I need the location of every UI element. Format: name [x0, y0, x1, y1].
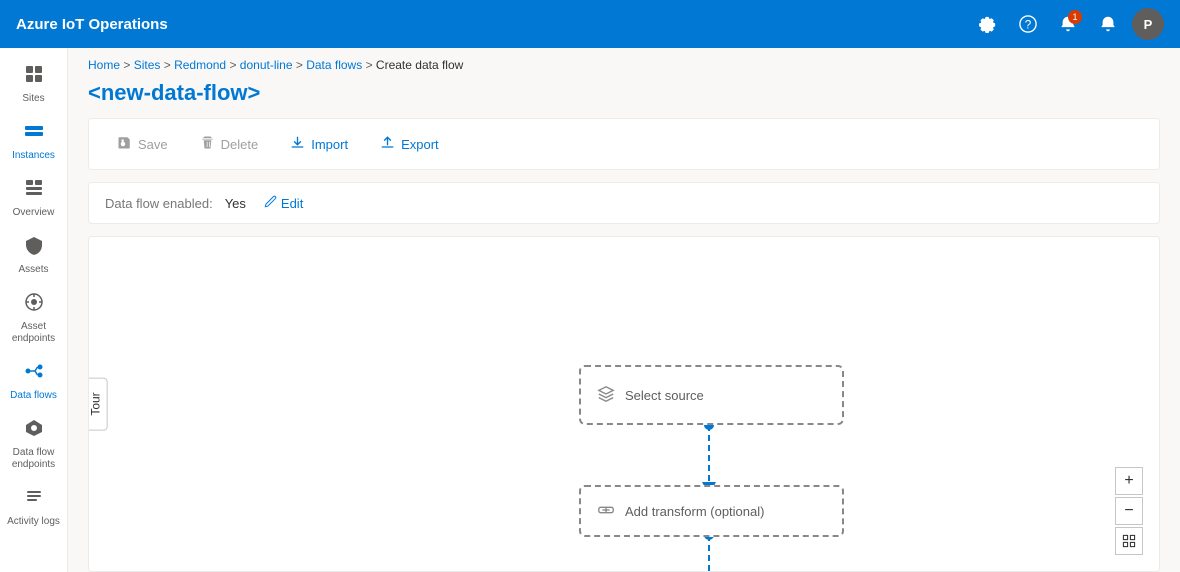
sidebar-item-data-flows-label: Data flows [10, 390, 57, 402]
content-area: Home > Sites > Redmond > donut-line > Da… [68, 48, 1180, 572]
sidebar-item-sites[interactable]: Sites [2, 56, 66, 113]
zoom-controls: + − [1115, 467, 1143, 555]
transform-node[interactable]: Add transform (optional) [579, 485, 844, 537]
notification-bell-1-button[interactable]: 1 [1052, 8, 1084, 40]
edit-button[interactable]: Edit [258, 193, 309, 213]
sidebar-item-overview-label: Overview [13, 207, 55, 219]
sidebar-item-overview[interactable]: Overview [2, 170, 66, 227]
data-flow-endpoints-icon [24, 418, 44, 443]
select-source-node[interactable]: Select source [579, 365, 844, 425]
breadcrumb: Home > Sites > Redmond > donut-line > Da… [68, 48, 1180, 78]
notification-badge: 1 [1068, 10, 1082, 24]
sidebar-item-assets[interactable]: Assets [2, 227, 66, 284]
sidebar-item-instances[interactable]: Instances [2, 113, 66, 170]
toolbar: Save Delete Import Export [88, 118, 1160, 170]
transform-node-icon [597, 501, 615, 522]
sidebar-item-activity-logs-label: Activity logs [7, 516, 60, 528]
sidebar-item-data-flow-endpoints[interactable]: Data flow endpoints [2, 410, 66, 479]
delete-label: Delete [221, 137, 259, 152]
import-label: Import [311, 137, 348, 152]
delete-button[interactable]: Delete [188, 129, 271, 159]
instances-icon [24, 121, 44, 146]
tour-label[interactable]: Tour [88, 377, 108, 430]
edit-icon [264, 195, 277, 211]
asset-endpoints-icon [24, 292, 44, 317]
sites-icon [24, 64, 44, 89]
save-label: Save [138, 137, 168, 152]
sidebar-item-assets-label: Assets [18, 264, 48, 276]
activity-logs-icon [24, 487, 44, 512]
zoom-out-button[interactable]: − [1115, 497, 1143, 525]
breadcrumb-sites[interactable]: Sites [134, 58, 161, 72]
breadcrumb-current: Create data flow [376, 58, 463, 72]
assets-icon [24, 235, 44, 260]
delete-icon [200, 135, 215, 153]
avatar-button[interactable]: P [1132, 8, 1164, 40]
export-icon [380, 135, 395, 153]
breadcrumb-donut-line[interactable]: donut-line [240, 58, 293, 72]
status-label: Data flow enabled: [105, 196, 213, 211]
status-bar: Data flow enabled: Yes Edit [88, 182, 1160, 224]
sidebar-item-instances-label: Instances [12, 150, 55, 162]
save-icon [117, 135, 132, 153]
import-icon [290, 135, 305, 153]
source-node-icon [597, 385, 615, 406]
flow-canvas: Tour Select source [88, 236, 1160, 572]
notification-bell-2-button[interactable] [1092, 8, 1124, 40]
status-value: Yes [225, 196, 246, 211]
sidebar: Sites Instances Overview Assets [0, 48, 68, 572]
export-button[interactable]: Export [368, 129, 451, 159]
export-label: Export [401, 137, 439, 152]
save-button[interactable]: Save [105, 129, 180, 159]
sidebar-item-data-flow-endpoints-label: Data flow endpoints [6, 447, 62, 471]
sidebar-item-data-flows[interactable]: Data flows [2, 353, 66, 410]
breadcrumb-data-flows[interactable]: Data flows [306, 58, 362, 72]
main-layout: Sites Instances Overview Assets [0, 48, 1180, 572]
transform-node-label: Add transform (optional) [625, 504, 764, 519]
app-title: Azure IoT Operations [16, 16, 168, 33]
edit-label: Edit [281, 196, 303, 211]
svg-text:?: ? [1025, 19, 1032, 32]
sidebar-item-asset-endpoints[interactable]: Asset endpoints [2, 284, 66, 353]
topbar: Azure IoT Operations ? 1 P [0, 0, 1180, 48]
data-flows-icon [24, 361, 44, 386]
sidebar-item-sites-label: Sites [22, 93, 44, 105]
zoom-reset-button[interactable] [1115, 527, 1143, 555]
topbar-icons: ? 1 P [972, 8, 1164, 40]
breadcrumb-home[interactable]: Home [88, 58, 120, 72]
breadcrumb-redmond[interactable]: Redmond [174, 58, 226, 72]
sidebar-item-activity-logs[interactable]: Activity logs [2, 479, 66, 536]
page-title: <new-data-flow> [68, 78, 1180, 118]
help-button[interactable]: ? [1012, 8, 1044, 40]
source-node-label: Select source [625, 388, 704, 403]
settings-button[interactable] [972, 8, 1004, 40]
import-button[interactable]: Import [278, 129, 360, 159]
overview-icon [24, 178, 44, 203]
zoom-in-button[interactable]: + [1115, 467, 1143, 495]
sidebar-item-asset-endpoints-label: Asset endpoints [6, 321, 62, 345]
